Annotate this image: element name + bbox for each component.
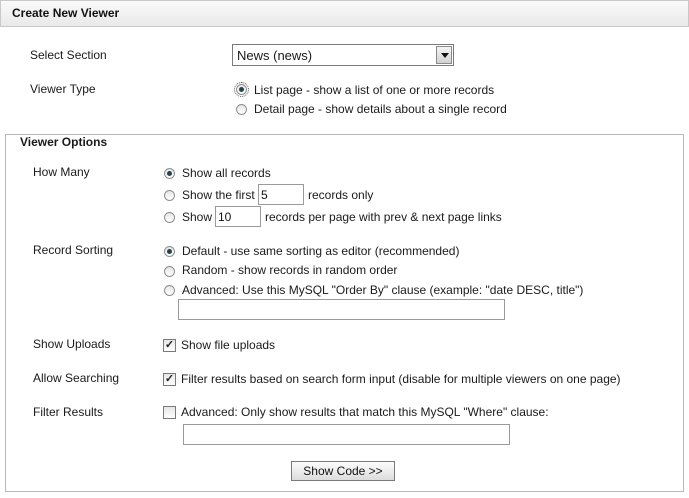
section-select-value: News (news) [237, 48, 313, 63]
show-first-prefix: Show the first [182, 188, 255, 202]
show-uploads-label: Show Uploads [33, 337, 111, 351]
radio-detail-page[interactable] [236, 104, 247, 115]
per-page-prefix: Show [182, 210, 213, 224]
per-page-suffix: records per page with prev & next page l… [265, 210, 502, 224]
select-section-label: Select Section [30, 48, 107, 62]
show-uploads-option[interactable]: Show file uploads [181, 338, 275, 352]
radio-sort-random[interactable] [164, 266, 175, 277]
order-by-input[interactable] [178, 299, 505, 320]
show-first-count-input[interactable] [258, 184, 304, 205]
allow-searching-option[interactable]: Filter results based on search form inpu… [181, 372, 621, 386]
radio-list-page[interactable] [234, 82, 249, 97]
sort-default-label[interactable]: Default - use same sorting as editor (re… [182, 244, 459, 258]
allow-searching-label: Allow Searching [33, 371, 120, 385]
record-sorting-label: Record Sorting [33, 243, 114, 257]
section-select[interactable]: News (news) [232, 44, 454, 66]
viewer-options-legend: Viewer Options [19, 135, 109, 149]
viewer-type-label: Viewer Type [30, 82, 96, 96]
allow-searching-checkbox[interactable]: ✓ [163, 373, 176, 386]
radio-show-all[interactable] [164, 168, 175, 179]
how-many-label: How Many [33, 165, 90, 179]
panel-title: Create New Viewer [12, 6, 120, 20]
filter-results-checkbox[interactable] [163, 406, 176, 419]
show-uploads-checkbox[interactable]: ✓ [163, 339, 176, 352]
sort-random-label[interactable]: Random - show records in random order [182, 263, 397, 277]
radio-per-page[interactable] [164, 212, 175, 223]
show-code-button[interactable]: Show Code >> [291, 461, 395, 481]
per-page-count-input[interactable] [215, 206, 261, 227]
detail-page-label[interactable]: Detail page - show details about a singl… [254, 102, 507, 116]
filter-results-option[interactable]: Advanced: Only show results that match t… [181, 405, 549, 419]
show-all-label[interactable]: Show all records [182, 166, 271, 180]
sort-advanced-label[interactable]: Advanced: Use this MySQL "Order By" clau… [182, 283, 583, 297]
radio-show-first[interactable] [164, 190, 175, 201]
list-page-label[interactable]: List page - show a list of one or more r… [254, 83, 494, 97]
chevron-down-icon[interactable] [436, 46, 452, 64]
filter-results-label: Filter Results [33, 405, 104, 419]
where-clause-input[interactable] [183, 424, 510, 445]
radio-sort-default[interactable] [164, 246, 175, 257]
panel-header: Create New Viewer [0, 0, 689, 27]
radio-sort-advanced[interactable] [164, 285, 175, 296]
show-first-suffix: records only [308, 188, 374, 202]
